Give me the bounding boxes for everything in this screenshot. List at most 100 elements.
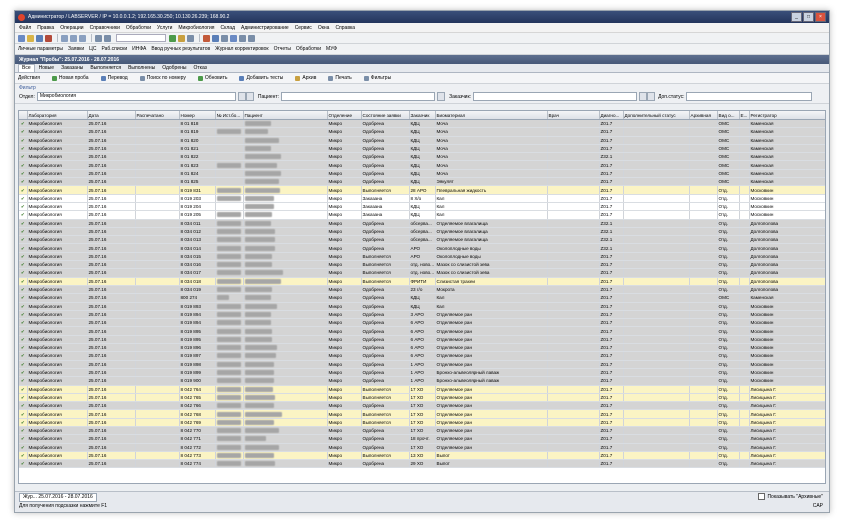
table-row[interactable]: ✔Микробиология 25.07.16 8 034 014 60639-201…	[19, 243, 825, 253]
table-row[interactable]: ✔Микробиология 25.07.16 8 042 770 61176-201…	[19, 426, 825, 436]
actions-menu[interactable]: Действия	[18, 75, 46, 81]
column-header[interactable]: Номер	[179, 111, 216, 120]
patient-field[interactable]	[281, 92, 436, 101]
folder-icon[interactable]	[178, 34, 185, 42]
column-header[interactable]: Е...	[739, 111, 750, 120]
menu-edit[interactable]: Правка	[37, 25, 54, 31]
column-header[interactable]: Лаборатория	[27, 111, 88, 120]
toolbar-personal-params[interactable]: Личные параметры	[18, 46, 63, 52]
toolbar-cs[interactable]: ЦС	[89, 46, 96, 52]
table-row[interactable]: ✔Микробиология 25.07.16 8 034 017 60019-201…	[19, 268, 825, 278]
toolbar-manual-results[interactable]: Ввод ручных результатов	[151, 46, 210, 52]
table-row[interactable]: ✔Микробиология 25.07.16 8 01 823 46082-2013…	[19, 160, 825, 170]
table-row[interactable]: ✔Микробиология 25.07.16 8 01 822 Позднякова…	[19, 152, 825, 162]
menu-administration[interactable]: Администрирование	[241, 25, 289, 31]
table-row[interactable]: ✔Микробиология 25.07.16 8 042 773 52495-201…	[19, 451, 825, 461]
table-row[interactable]: ✔Микробиология 25.07.16 8 019 898 54677-201…	[19, 360, 825, 369]
toolbar-orders[interactable]: Заявки	[68, 46, 84, 52]
tab-ordered[interactable]: Заказаны	[58, 65, 86, 72]
checkbox-box[interactable]	[758, 493, 766, 500]
new-sample-button[interactable]: Новая проба	[51, 75, 95, 81]
table-row[interactable]: ✔Микробиология 25.07.16 8 01 821 Орлова Т. …	[19, 144, 825, 154]
settings-icon[interactable]	[221, 34, 228, 42]
column-header[interactable]: Отделение	[327, 111, 362, 120]
add-tests-button[interactable]: Добавить тесты	[239, 75, 289, 81]
mplus-icon[interactable]	[239, 34, 246, 42]
column-header[interactable]: Регистратор	[749, 111, 825, 120]
table-row[interactable]: ✔Микробиология 25.07.16 8 019 900 54677-201…	[19, 376, 825, 386]
table-row[interactable]: ✔Микробиология 25.07.16 8 034 016 59335-201…	[19, 260, 825, 270]
tab-approved[interactable]: Одобрены	[159, 65, 189, 72]
zakazchik-select-button[interactable]	[639, 92, 648, 101]
toolbar-search-input[interactable]	[116, 34, 166, 42]
table-row[interactable]: ✔Микробиология 25.07.16 8 019 203 57996-201…	[19, 194, 825, 203]
table-row[interactable]: ✔Микробиология 25.07.16 8 01 824 Кудрявцева…	[19, 169, 825, 179]
table-row[interactable]: ✔Микробиология 25.07.16 8 042 764 67445-201…	[19, 385, 825, 394]
refresh-button[interactable]: Обновить	[197, 75, 234, 81]
copy-icon[interactable]	[70, 34, 77, 42]
tab-in-progress[interactable]: Выполняется	[87, 65, 124, 72]
table-row[interactable]: ✔Микробиология 25.07.16 8 019 831 57416-201…	[19, 185, 825, 195]
table-row[interactable]: ✔Микробиология 25.07.16 8 034 013 60596-201…	[19, 235, 825, 245]
column-header[interactable]: Диагно...	[599, 111, 624, 120]
tab-done[interactable]: Выполнены	[125, 65, 158, 72]
menu-warehouse[interactable]: Склад	[221, 25, 235, 31]
table-row[interactable]: ✔Микробиология 25.07.16 8 042 766 61779-201…	[19, 401, 825, 411]
otdel-field[interactable]: Микробиология	[36, 92, 236, 101]
column-header[interactable]	[19, 111, 28, 120]
column-header[interactable]: Дата	[87, 111, 136, 120]
column-header[interactable]: Вид о...	[717, 111, 740, 120]
toolbar-worklists[interactable]: Раб.списки	[101, 46, 127, 52]
minimize-button[interactable]: _	[791, 12, 802, 22]
table-row[interactable]: ✔Микробиология 25.07.16 8 01 818 Росина В. …	[19, 119, 825, 129]
calendar-icon[interactable]	[187, 34, 194, 42]
table-row[interactable]: ✔Микробиология 25.07.16 8 019 894 58440-201…	[19, 318, 825, 328]
table-row[interactable]: ✔Микробиология 25.07.16 8 01 825 Ефремова Л…	[19, 177, 825, 187]
menu-windows[interactable]: Окна	[318, 25, 330, 31]
table-row[interactable]: ✔Микробиология 25.07.16 8 01 819 51772-2016…	[19, 127, 825, 137]
table-row[interactable]: ✔Микробиология 25.07.16 8 034 018 60271-201…	[19, 277, 825, 286]
zakazchik-field[interactable]	[473, 92, 638, 101]
table-row[interactable]: ✔Микробиология 25.07.16 8 019 896 61976-201…	[19, 343, 825, 353]
table-row[interactable]: ✔Микробиология 25.07.16 8 01 820 Гаврилина …	[19, 136, 825, 145]
table-row[interactable]: ✔Микробиология 25.07.16 8 042 772 52495-201…	[19, 443, 825, 452]
column-header[interactable]: Заказчик	[409, 111, 436, 120]
table-row[interactable]: ✔Микробиология 25.07.16 8 042 774 61197-201…	[19, 459, 825, 469]
print-icon[interactable]	[45, 34, 52, 42]
search-by-number-button[interactable]: Поиск по номеру	[139, 75, 192, 81]
table-row[interactable]: ✔Микробиология 25.07.16 8 042 765 63276-201…	[19, 393, 825, 403]
transfer-button[interactable]: Перевод	[100, 75, 134, 81]
menu-help[interactable]: Справка	[335, 25, 355, 31]
maximize-button[interactable]: □	[803, 12, 814, 22]
redo-icon[interactable]	[104, 34, 111, 42]
tab-new[interactable]: Новые	[36, 65, 57, 72]
toolbar-corrections-journal[interactable]: Журнал корректировок	[215, 46, 268, 52]
report-icon[interactable]	[203, 34, 210, 42]
menu-references[interactable]: Справочники	[90, 25, 120, 31]
table-row[interactable]: ✔Микробиология 25.07.16 8 019 897 59085-201…	[19, 351, 825, 361]
mail-icon[interactable]	[230, 34, 237, 42]
table-row[interactable]: ✔Микробиология 25.07.16 8 042 771 61199-201…	[19, 434, 825, 444]
otdel-dropdown-button[interactable]	[237, 92, 246, 101]
table-row[interactable]: ✔Микробиология 25.07.16 8 042 769 58963-201…	[19, 418, 825, 428]
table-row[interactable]: ✔Микробиология 25.07.16 8 019 899 59658-201…	[19, 368, 825, 378]
column-header[interactable]: Пациент	[243, 111, 328, 120]
column-header[interactable]: Архивная	[689, 111, 718, 120]
new-icon[interactable]	[18, 34, 25, 42]
table-row[interactable]: ✔Микробиология 25.07.16 8 019 894 58444-201…	[19, 310, 825, 320]
toolbar-processing[interactable]: Обработки	[296, 46, 321, 52]
save-icon[interactable]	[36, 34, 43, 42]
otdel-clear-button[interactable]	[245, 92, 254, 101]
journal-window-tab[interactable]: Жур... 25.07.2016 - 28.07.2016	[19, 493, 97, 502]
print-button[interactable]: Печать	[328, 75, 357, 81]
tab-rejected[interactable]: Отказ	[190, 65, 210, 72]
table-row[interactable]: ✔Микробиология 25.07.16 8 019 204 Курнаев В…	[19, 202, 825, 212]
column-header[interactable]: № Ист.бо...	[215, 111, 244, 120]
refresh-icon[interactable]	[169, 34, 176, 42]
menu-service[interactable]: Сервис	[295, 25, 312, 31]
menu-operations[interactable]: Операции	[60, 25, 83, 31]
open-icon[interactable]	[27, 34, 34, 42]
paste-icon[interactable]	[79, 34, 86, 42]
dopstatus-field[interactable]	[686, 92, 813, 101]
cut-icon[interactable]	[61, 34, 68, 42]
